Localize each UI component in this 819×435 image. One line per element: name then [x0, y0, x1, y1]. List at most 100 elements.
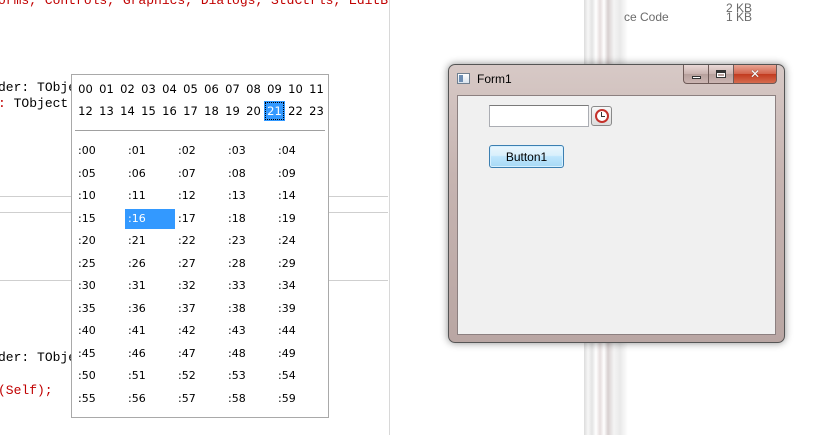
- window-title: Form1: [477, 72, 512, 86]
- minute-cell-13[interactable]: :13: [225, 186, 275, 206]
- minute-cell-03[interactable]: :03: [225, 141, 275, 161]
- minute-cell-38[interactable]: :38: [225, 299, 275, 319]
- minute-cell-06[interactable]: :06: [125, 164, 175, 184]
- hour-cell-09[interactable]: 09: [264, 79, 285, 99]
- hour-cell-21[interactable]: 21: [264, 101, 285, 121]
- hour-cell-16[interactable]: 16: [159, 101, 180, 121]
- hour-cell-02[interactable]: 02: [117, 79, 138, 99]
- minute-cell-07[interactable]: :07: [175, 164, 225, 184]
- minute-cell-44[interactable]: :44: [275, 321, 325, 341]
- hour-cell-15[interactable]: 15: [138, 101, 159, 121]
- title-bar[interactable]: Form1 ✕: [449, 65, 784, 93]
- hour-cell-20[interactable]: 20: [243, 101, 264, 121]
- minimize-button[interactable]: [683, 65, 709, 84]
- minute-cell-26[interactable]: :26: [125, 254, 175, 274]
- hour-cell-22[interactable]: 22: [285, 101, 306, 121]
- hour-cell-00[interactable]: 00: [75, 79, 96, 99]
- minute-cell-37[interactable]: :37: [175, 299, 225, 319]
- minute-cell-51[interactable]: :51: [125, 366, 175, 386]
- time-picker-popup[interactable]: 00 01 02 03 04 05 06 07 08 09 10 11 12 13 14 15 16 17 18 1…: [71, 74, 329, 418]
- minute-cell-54[interactable]: :54: [275, 366, 325, 386]
- minute-cell-17[interactable]: :17: [175, 209, 225, 229]
- minute-cell-20[interactable]: :20: [75, 231, 125, 251]
- hour-cell-08[interactable]: 08: [243, 79, 264, 99]
- minute-cell-15[interactable]: :15: [75, 209, 125, 229]
- code-line-sender-3: der: TObje: [0, 351, 76, 365]
- hour-cell-07[interactable]: 07: [222, 79, 243, 99]
- button1[interactable]: Button1: [489, 145, 564, 168]
- close-button[interactable]: ✕: [734, 65, 777, 84]
- minute-cell-49[interactable]: :49: [275, 344, 325, 364]
- hour-cell-06[interactable]: 06: [201, 79, 222, 99]
- minute-cell-10[interactable]: :10: [75, 186, 125, 206]
- minute-cell-02[interactable]: :02: [175, 141, 225, 161]
- minute-cell-29[interactable]: :29: [275, 254, 325, 274]
- minute-cell-45[interactable]: :45: [75, 344, 125, 364]
- minute-cell-28[interactable]: :28: [225, 254, 275, 274]
- minute-cell-48[interactable]: :48: [225, 344, 275, 364]
- hour-cell-17[interactable]: 17: [180, 101, 201, 121]
- time-edit-input[interactable]: [489, 105, 589, 127]
- minute-cell-22[interactable]: :22: [175, 231, 225, 251]
- maximize-button[interactable]: [709, 65, 734, 84]
- hour-cell-11[interactable]: 11: [306, 79, 327, 99]
- minute-cell-53[interactable]: :53: [225, 366, 275, 386]
- popup-separator: [75, 130, 325, 131]
- minute-cell-04[interactable]: :04: [275, 141, 325, 161]
- app-icon[interactable]: [457, 73, 470, 84]
- hour-cell-13[interactable]: 13: [96, 101, 117, 121]
- minute-cell-47[interactable]: :47: [175, 344, 225, 364]
- hour-cell-01[interactable]: 01: [96, 79, 117, 99]
- minute-cell-09[interactable]: :09: [275, 164, 325, 184]
- hour-cell-18[interactable]: 18: [201, 101, 222, 121]
- minute-cell-01[interactable]: :01: [125, 141, 175, 161]
- minute-cell-40[interactable]: :40: [75, 321, 125, 341]
- minute-cell-31[interactable]: :31: [125, 276, 175, 296]
- minute-cell-42[interactable]: :42: [175, 321, 225, 341]
- minute-cell-27[interactable]: :27: [175, 254, 225, 274]
- hour-cell-14[interactable]: 14: [117, 101, 138, 121]
- minute-cell-19[interactable]: :19: [275, 209, 325, 229]
- minute-cell-50[interactable]: :50: [75, 366, 125, 386]
- minute-cell-58[interactable]: :58: [225, 389, 275, 409]
- minute-cell-55[interactable]: :55: [75, 389, 125, 409]
- minute-cell-57[interactable]: :57: [175, 389, 225, 409]
- minute-cell-46[interactable]: :46: [125, 344, 175, 364]
- minute-row: :40:41:42:43:44: [75, 321, 325, 344]
- minute-cell-39[interactable]: :39: [275, 299, 325, 319]
- hour-cell-05[interactable]: 05: [180, 79, 201, 99]
- minute-cell-32[interactable]: :32: [175, 276, 225, 296]
- hour-cell-23[interactable]: 23: [306, 101, 327, 121]
- minute-cell-30[interactable]: :30: [75, 276, 125, 296]
- minute-cell-08[interactable]: :08: [225, 164, 275, 184]
- minute-cell-36[interactable]: :36: [125, 299, 175, 319]
- hour-cell-19[interactable]: 19: [222, 101, 243, 121]
- minute-cell-23[interactable]: :23: [225, 231, 275, 251]
- file-row[interactable]: 2 KB ce Code 1 KB: [624, 1, 819, 28]
- minute-cell-21[interactable]: :21: [125, 231, 175, 251]
- minute-cell-56[interactable]: :56: [125, 389, 175, 409]
- minute-cell-33[interactable]: :33: [225, 276, 275, 296]
- minute-cell-41[interactable]: :41: [125, 321, 175, 341]
- hour-cell-03[interactable]: 03: [138, 79, 159, 99]
- hour-cell-10[interactable]: 10: [285, 79, 306, 99]
- minute-cell-18[interactable]: :18: [225, 209, 275, 229]
- hour-cell-04[interactable]: 04: [159, 79, 180, 99]
- minute-cell-35[interactable]: :35: [75, 299, 125, 319]
- minute-cell-16[interactable]: :16: [125, 208, 175, 229]
- minute-cell-14[interactable]: :14: [275, 186, 325, 206]
- minute-cell-52[interactable]: :52: [175, 366, 225, 386]
- minute-cell-24[interactable]: :24: [275, 231, 325, 251]
- minute-cell-11[interactable]: :11: [125, 186, 175, 206]
- hour-cell-12[interactable]: 12: [75, 101, 96, 121]
- minute-cell-00[interactable]: :00: [75, 141, 125, 161]
- minute-cell-12[interactable]: :12: [175, 186, 225, 206]
- minute-cell-05[interactable]: :05: [75, 164, 125, 184]
- time-picker-button[interactable]: [591, 106, 612, 126]
- minute-cell-43[interactable]: :43: [225, 321, 275, 341]
- minute-cell-25[interactable]: :25: [75, 254, 125, 274]
- minute-row: :15:16:17:18:19: [75, 208, 325, 232]
- form1-window[interactable]: Form1 ✕ Button1: [448, 64, 785, 343]
- minute-cell-34[interactable]: :34: [275, 276, 325, 296]
- minute-cell-59[interactable]: :59: [275, 389, 325, 409]
